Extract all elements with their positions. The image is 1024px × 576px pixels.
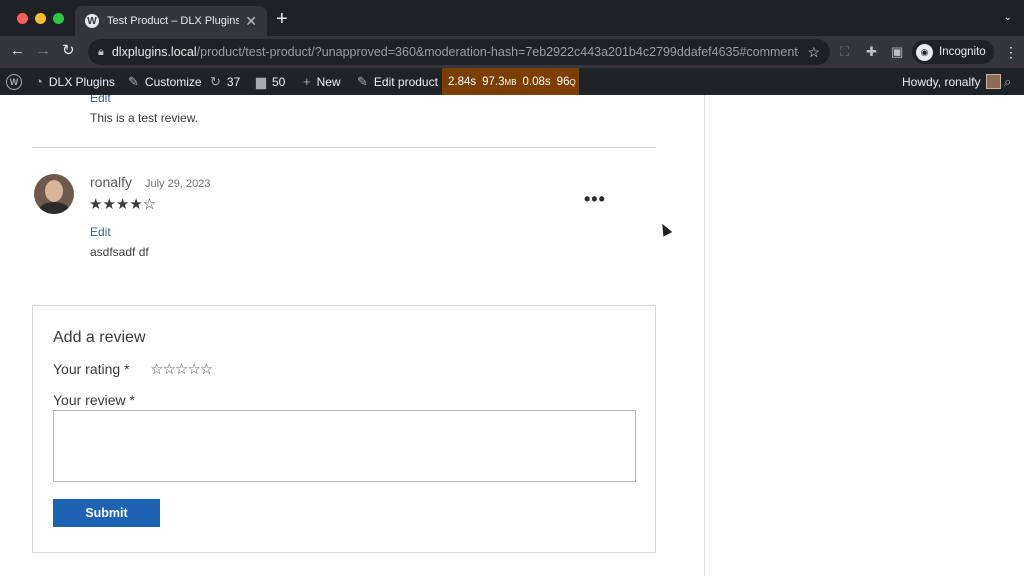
pencil-icon: ✎ (357, 73, 368, 89)
qm-memory: 97.3MB (482, 75, 517, 88)
incognito-label: Incognito (939, 46, 986, 58)
qm-page-time: 2.84s (448, 75, 477, 88)
tab-strip: W Test Product – DLX Plugins ✕ + ⌄ (0, 0, 1024, 36)
incognito-profile-button[interactable]: ◉ Incognito (912, 40, 994, 64)
review-label: Your review * (53, 392, 135, 408)
previous-review-edit-link[interactable]: Edit (90, 95, 111, 105)
url-path: /product/test-product/?unapproved=360&mo… (196, 45, 800, 59)
updates-count: 37 (226, 74, 241, 89)
extensions-puzzle-icon[interactable]: ✚ (866, 44, 877, 60)
wordpress-logo-button[interactable]: W (6, 68, 22, 95)
comment-avatar (34, 174, 74, 214)
lock-icon[interactable]: 🔒︎ (98, 46, 104, 59)
comment-bubble-icon: ▆ (256, 73, 266, 89)
close-window-button[interactable] (17, 13, 28, 24)
new-label: New (316, 74, 341, 89)
tab-search-chevron-icon[interactable]: ⌄ (1004, 12, 1012, 23)
wordpress-favicon-icon: W (85, 14, 99, 28)
customize-label: Customize (144, 74, 202, 89)
browser-window: W Test Product – DLX Plugins ✕ + ⌄ ← → ↻… (0, 0, 1024, 576)
rating-star-picker[interactable]: ☆☆☆☆☆ (150, 360, 213, 378)
review-textarea[interactable] (53, 410, 636, 482)
reload-icon[interactable]: ↻ (62, 42, 75, 60)
wordpress-logo-icon: W (6, 73, 22, 90)
new-tab-button[interactable]: + (276, 9, 288, 29)
dashboard-gauge-icon: ◔ (35, 74, 43, 89)
qm-queries: 96Q (556, 75, 576, 88)
comment-text: asdfsadf df (90, 245, 149, 259)
side-panel-icon[interactable]: ▣ (891, 44, 903, 60)
minimize-window-button[interactable] (35, 13, 46, 24)
search-icon[interactable]: ⌕ (1004, 68, 1011, 95)
browser-toolbar: ← → ↻ 🔒︎ dlxplugins.local/product/test-p… (0, 36, 1024, 68)
tab-active[interactable]: W Test Product – DLX Plugins ✕ (75, 6, 267, 36)
page-content: Edit This is a test review. ronalfy July… (0, 95, 1024, 576)
add-review-form: Add a review Your rating * ☆☆☆☆☆ Your re… (32, 305, 656, 553)
maximize-window-button[interactable] (53, 13, 64, 24)
comments-count: 50 (272, 74, 286, 89)
customize-link[interactable]: ✎ Customize (128, 68, 202, 95)
previous-review-text: This is a test review. (90, 111, 199, 125)
bookmark-star-icon[interactable]: ☆ (807, 44, 820, 61)
qm-db-time: 0.08s (522, 75, 551, 88)
paintbrush-icon: ✎ (128, 73, 139, 89)
tab-close-icon[interactable]: ✕ (245, 14, 257, 28)
howdy-label: Howdy, ronalfy (902, 74, 981, 89)
comment-rating-stars: ★★★★☆ (89, 196, 157, 213)
updates-refresh-icon: ↻ (210, 73, 221, 89)
mouse-cursor-icon (657, 221, 673, 237)
avatar-body (38, 202, 70, 214)
query-monitor-stats[interactable]: 2.84s 97.3MB 0.08s 96Q (442, 68, 579, 95)
my-account-menu[interactable]: Howdy, ronalfy (902, 68, 1002, 95)
plus-icon: + (303, 74, 311, 89)
updates-link[interactable]: ↻ 37 (210, 68, 240, 95)
comment-author: ronalfy (90, 174, 133, 190)
incognito-icon: ◉ (916, 43, 933, 61)
kebab-menu-icon[interactable]: ⋮ (1004, 44, 1018, 60)
edit-product-link[interactable]: ✎ Edit product (357, 68, 438, 95)
expand-icon[interactable]: ⛶ (840, 44, 849, 60)
site-name-link[interactable]: ◔ DLX Plugins (35, 68, 115, 95)
comment-date: July 29, 2023 (145, 178, 211, 190)
more-options-icon[interactable]: ••• (584, 190, 606, 208)
avatar-face (45, 180, 63, 202)
divider (32, 147, 656, 148)
url-text[interactable]: dlxplugins.local/product/test-product/?u… (112, 45, 800, 59)
site-name-label: DLX Plugins (48, 74, 115, 89)
rating-label: Your rating * (53, 361, 130, 377)
comment-edit-link[interactable]: Edit (90, 225, 111, 239)
add-review-title: Add a review (53, 329, 146, 346)
wp-admin-bar: W ◔ DLX Plugins ✎ Customize ↻ 37 ▆ 50 + … (0, 68, 1024, 95)
submit-button[interactable]: Submit (53, 499, 160, 527)
edit-product-label: Edit product (373, 74, 438, 89)
user-avatar (986, 74, 1002, 89)
new-content-link[interactable]: + New (303, 68, 341, 95)
back-arrow-icon[interactable]: ← (10, 42, 25, 60)
url-host: dlxplugins.local (111, 45, 197, 59)
address-bar[interactable]: 🔒︎ dlxplugins.local/product/test-product… (88, 39, 830, 65)
comments-link[interactable]: ▆ 50 (256, 68, 285, 95)
tab-title: Test Product – DLX Plugins (107, 15, 240, 27)
forward-arrow-icon[interactable]: → (36, 42, 51, 60)
sidebar-divider (704, 95, 705, 576)
